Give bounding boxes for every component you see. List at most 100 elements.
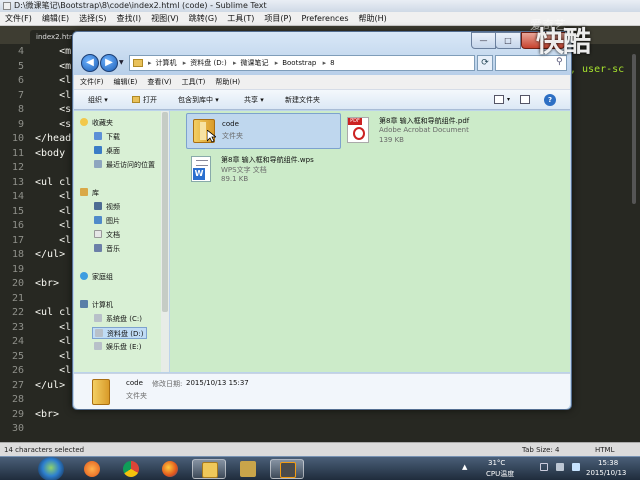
code-line: <m bbox=[35, 46, 72, 57]
refresh-button[interactable]: ⟳ bbox=[477, 55, 493, 71]
line-number: 20 bbox=[11, 278, 24, 289]
sublime-menu-help[interactable]: 帮助(H) bbox=[354, 12, 392, 25]
breadcrumb-drive-d[interactable]: 资料盘 (D:) bbox=[190, 59, 226, 67]
nav-label: 库 bbox=[92, 189, 99, 197]
explorer-folder-icon bbox=[202, 462, 218, 478]
sublime-menu-goto[interactable]: 跳转(G) bbox=[184, 12, 222, 25]
taskbar-app-firefox[interactable] bbox=[153, 459, 187, 479]
view-dropdown-icon[interactable]: ▾ bbox=[507, 90, 510, 110]
nav-drive-e[interactable]: 娱乐盘 (E:) bbox=[94, 341, 141, 353]
nav-computer[interactable]: 计算机 bbox=[80, 299, 113, 311]
sublime-menu-selection[interactable]: 选择(S) bbox=[74, 12, 111, 25]
menu-edit[interactable]: 编辑(E) bbox=[110, 75, 142, 90]
nav-pictures[interactable]: 图片 bbox=[94, 215, 120, 227]
nav-label: 桌面 bbox=[106, 147, 120, 155]
nav-libraries[interactable]: 库 bbox=[80, 187, 99, 199]
folder-icon bbox=[133, 59, 143, 67]
drive-icon bbox=[94, 342, 102, 350]
help-icon[interactable]: ? bbox=[544, 94, 556, 106]
code-line: <l bbox=[35, 336, 72, 347]
menu-tools[interactable]: 工具(T) bbox=[178, 75, 210, 90]
recent-pages-dropdown[interactable]: ▼ bbox=[119, 59, 127, 67]
preview-pane-icon[interactable] bbox=[520, 95, 530, 104]
change-view-icon[interactable] bbox=[494, 95, 504, 104]
nav-desktop[interactable]: 桌面 bbox=[94, 145, 120, 157]
volume-icon[interactable] bbox=[556, 463, 564, 471]
taskbar-app-media[interactable] bbox=[75, 459, 109, 479]
code-line: <l bbox=[35, 220, 72, 231]
include-in-library-button[interactable]: 包含到库中 ▾ bbox=[178, 90, 219, 110]
tray-app-icon[interactable] bbox=[572, 463, 580, 471]
open-icon bbox=[132, 96, 140, 103]
clock-date[interactable]: 2015/10/13 bbox=[586, 469, 626, 477]
tray-expand-icon[interactable]: ▲ bbox=[462, 463, 467, 471]
new-folder-button[interactable]: 新建文件夹 bbox=[285, 90, 320, 110]
maximize-button[interactable]: □ bbox=[495, 32, 521, 49]
taskbar-app-explorer[interactable] bbox=[192, 459, 226, 479]
line-number: 12 bbox=[11, 162, 24, 173]
sublime-menu-view[interactable]: 视图(V) bbox=[146, 12, 184, 25]
breadcrumb-computer[interactable]: 计算机 bbox=[156, 59, 177, 67]
sublime-tab-index2[interactable]: index2.html bbox=[30, 30, 76, 44]
nav-label: 文档 bbox=[106, 231, 120, 239]
file-size: 89.1 KB bbox=[221, 175, 249, 183]
line-number: 11 bbox=[11, 147, 24, 159]
file-item-wps[interactable]: W 第8章 输入框和导航组件.wps WPS文字 文档 89.1 KB bbox=[186, 152, 346, 188]
nav-documents[interactable]: 文档 bbox=[94, 229, 120, 241]
nav-recent[interactable]: 最近访问的位置 bbox=[94, 159, 155, 171]
details-modified-value: 2015/10/13 15:37 bbox=[186, 379, 249, 387]
status-tab-size[interactable]: Tab Size: 4 bbox=[522, 443, 559, 457]
nav-downloads[interactable]: 下载 bbox=[94, 131, 120, 143]
start-button[interactable] bbox=[38, 457, 64, 480]
chevron-down-icon: ▼ bbox=[119, 59, 124, 66]
line-number: 19 bbox=[11, 263, 24, 275]
sublime-menu-project[interactable]: 项目(P) bbox=[259, 12, 296, 25]
pdf-badge: PDF bbox=[348, 118, 362, 125]
line-number: 14 bbox=[11, 191, 24, 202]
menu-help[interactable]: 帮助(H) bbox=[211, 75, 244, 90]
back-button[interactable]: ◀ bbox=[81, 54, 99, 72]
drive-icon bbox=[95, 329, 103, 337]
open-label: 打开 bbox=[143, 96, 157, 104]
code-line: <br> bbox=[35, 408, 60, 420]
taskbar-app-chrome[interactable] bbox=[114, 459, 148, 479]
navigation-scroll-thumb[interactable] bbox=[162, 112, 168, 312]
sublime-scroll-thumb[interactable] bbox=[632, 54, 636, 204]
address-bar[interactable]: ▸ 计算机 ▸ 资料盘 (D:) ▸ 微课笔记 ▸ Bootstrap ▸ 8 bbox=[129, 55, 475, 71]
forward-button[interactable]: ▶ bbox=[100, 54, 118, 72]
file-item-pdf[interactable]: PDF 第8章 输入框和导航组件.pdf Adobe Acrobat Docum… bbox=[345, 113, 495, 149]
open-button[interactable]: 打开 bbox=[132, 90, 157, 110]
nav-music[interactable]: 音乐 bbox=[94, 243, 120, 255]
line-number-gutter: 4 5 6 7 8 9 10 11 12 13 14 15 16 17 18 19 20 21 22 23 24 25 26… bbox=[0, 44, 28, 442]
sublime-menu-edit[interactable]: 编辑(E) bbox=[37, 12, 74, 25]
network-icon[interactable] bbox=[540, 463, 548, 471]
taskbar-app-pictures[interactable] bbox=[231, 459, 265, 479]
organize-button[interactable]: 组织 ▾ bbox=[88, 90, 108, 110]
minimize-button[interactable]: — bbox=[471, 32, 496, 49]
file-list[interactable] bbox=[170, 111, 570, 372]
nav-drive-d[interactable]: 资料盘 (D:) bbox=[92, 327, 148, 339]
sublime-menu-file[interactable]: 文件(F) bbox=[0, 12, 37, 25]
status-syntax[interactable]: HTML bbox=[595, 443, 614, 457]
share-button[interactable]: 共享 ▾ bbox=[244, 90, 264, 110]
nav-videos[interactable]: 视频 bbox=[94, 201, 120, 213]
code-line: <m bbox=[35, 60, 72, 72]
breadcrumb-bootstrap[interactable]: Bootstrap bbox=[282, 59, 316, 67]
breadcrumb-notes[interactable]: 微课笔记 bbox=[240, 59, 268, 67]
clock-time[interactable]: 15:38 bbox=[598, 459, 618, 467]
nav-homegroup[interactable]: 家庭组 bbox=[80, 271, 113, 283]
explorer-window: — □ ✕ ◀ ▶ ▼ ▸ 计算机 ▸ 资料盘 (D:) ▸ 微课笔记 ▸ Bootst… bbox=[72, 31, 572, 410]
line-number: 17 bbox=[11, 234, 24, 246]
sublime-menu-preferences[interactable]: Preferences bbox=[296, 12, 353, 25]
breadcrumb-8[interactable]: 8 bbox=[330, 59, 334, 67]
nav-drive-c[interactable]: 系统盘 (C:) bbox=[94, 313, 142, 325]
mouse-cursor-icon bbox=[207, 130, 216, 143]
menu-file[interactable]: 文件(F) bbox=[76, 75, 108, 90]
code-line: <l bbox=[35, 191, 72, 202]
sublime-menu-find[interactable]: 查找(I) bbox=[111, 12, 146, 25]
nav-favorites[interactable]: 收藏夹 bbox=[80, 117, 113, 129]
sublime-menu-tools[interactable]: 工具(T) bbox=[222, 12, 259, 25]
picture-viewer-icon bbox=[240, 461, 256, 477]
menu-view[interactable]: 查看(V) bbox=[143, 75, 175, 90]
taskbar-app-sublime[interactable] bbox=[270, 459, 304, 479]
